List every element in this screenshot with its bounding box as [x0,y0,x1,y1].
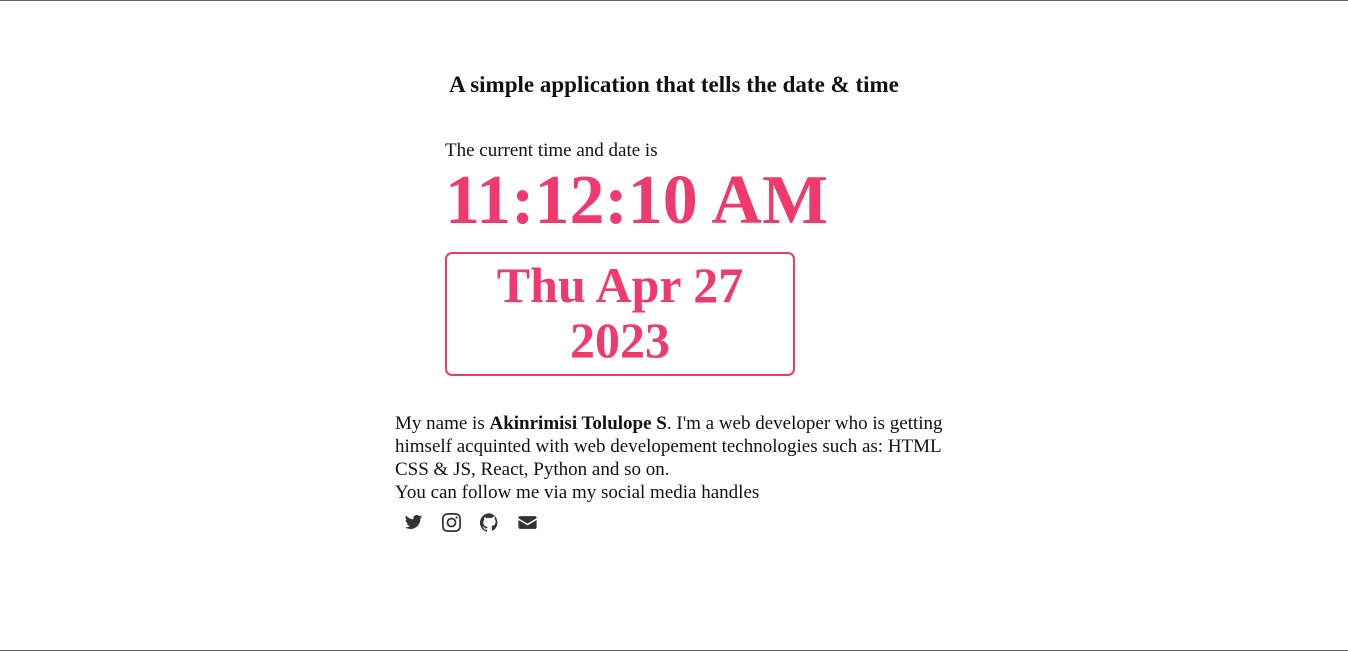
clock-intro-text: The current time and date is [445,140,658,161]
instagram-icon [441,512,461,532]
current-date-year: 2023 [570,312,670,368]
current-time: 11:12:10 AM [445,162,829,239]
email-link[interactable] [517,512,537,532]
follow-text: You can follow me via my social media ha… [395,482,760,503]
social-links [403,512,537,532]
page: A simple application that tells the date… [0,0,1348,651]
current-date-day: Thu Apr 27 [496,257,744,313]
github-icon [479,512,497,532]
instagram-link[interactable] [441,512,461,532]
author-name: Akinrimisi Tolulope S [489,413,667,434]
about-section: My name is Akinrimisi Tolulope S. I'm a … [395,412,955,504]
about-text: My name is Akinrimisi Tolulope S. I'm a … [395,412,955,481]
github-link[interactable] [479,512,499,532]
page-title: A simple application that tells the date… [449,72,899,97]
clock-section: The current time and date is 11:12:10 AM [445,139,828,237]
about-prefix: My name is [395,413,490,434]
envelope-icon [517,515,537,529]
twitter-link[interactable] [403,512,423,532]
twitter-icon [404,514,422,529]
current-date-box: Thu Apr 27 2023 [445,252,795,376]
